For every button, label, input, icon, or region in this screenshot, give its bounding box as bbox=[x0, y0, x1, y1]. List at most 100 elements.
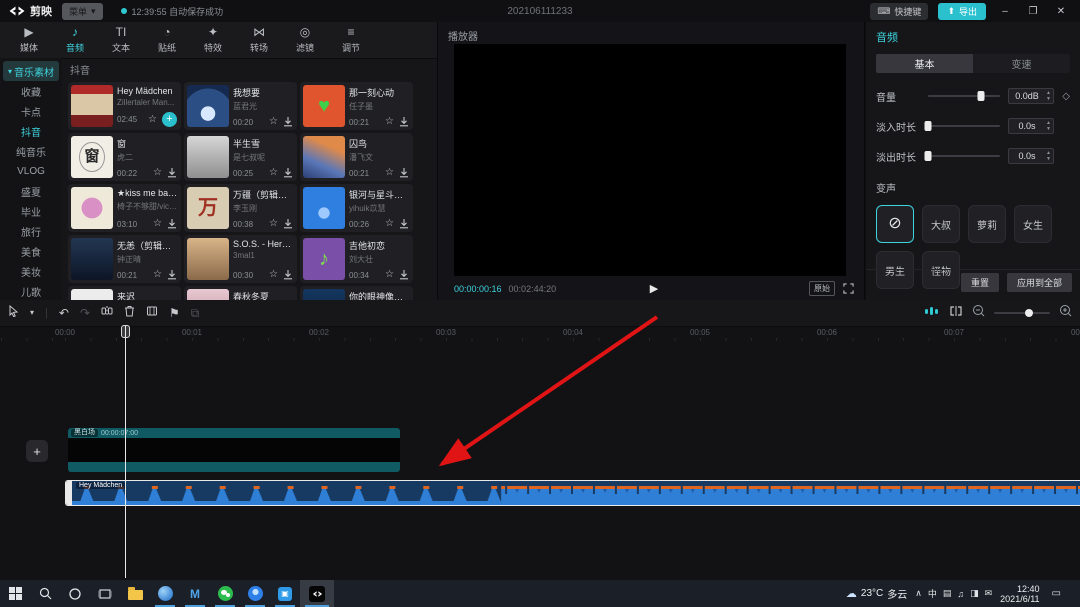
playhead-handle[interactable] bbox=[121, 325, 130, 338]
favorite-star-icon[interactable]: ☆ bbox=[385, 117, 394, 127]
music-card[interactable]: 万 万疆（剪辑版） 李玉刚 00:38 ☆ bbox=[184, 184, 297, 232]
favorite-star-icon[interactable]: ☆ bbox=[269, 168, 278, 178]
sidebar-item[interactable]: ▾ 音乐素材 bbox=[3, 61, 59, 81]
download-icon[interactable] bbox=[283, 270, 293, 280]
voice-option-button[interactable]: 男生 bbox=[876, 251, 914, 289]
music-card[interactable]: ★kiss me baby... 椅子不够甜/victor 03:10 ☆ + bbox=[68, 184, 181, 232]
fade-in-stepper[interactable]: ▲▼ bbox=[1046, 120, 1051, 132]
resource-tab[interactable]: ✦ 特效 bbox=[190, 26, 236, 54]
zoom-in-icon[interactable] bbox=[1059, 304, 1072, 322]
music-card[interactable]: ♪ 吉他初恋 刘大壮 00:34 ☆ bbox=[300, 235, 413, 283]
tray-icon[interactable]: ▤ bbox=[943, 588, 952, 599]
wechat-icon[interactable] bbox=[210, 580, 240, 607]
favorite-star-icon[interactable]: ☆ bbox=[385, 168, 394, 178]
favorite-star-icon[interactable]: ☆ bbox=[385, 219, 394, 229]
fullscreen-icon[interactable] bbox=[843, 283, 854, 294]
fade-in-slider-knob[interactable] bbox=[925, 121, 932, 131]
add-to-track-button[interactable]: + bbox=[162, 112, 177, 127]
sidebar-item[interactable]: ▾ 美食 bbox=[0, 241, 62, 261]
download-icon[interactable] bbox=[399, 168, 409, 178]
tray-icon[interactable]: ◨ bbox=[970, 588, 979, 599]
voice-option-button[interactable]: 大叔 bbox=[922, 205, 960, 243]
music-card[interactable]: Hey Mädchen Zillertaler Man... 02:45 ☆ + bbox=[68, 82, 181, 130]
download-icon[interactable] bbox=[399, 117, 409, 127]
tab-speed[interactable]: 变速 bbox=[973, 54, 1070, 73]
sidebar-item[interactable]: ▾ 收藏 bbox=[0, 81, 62, 101]
tray-icon[interactable]: ∧ bbox=[915, 588, 922, 599]
sidebar-item[interactable]: ▾ 美妆 bbox=[0, 261, 62, 281]
resource-tab[interactable]: ⋈ 转场 bbox=[236, 26, 282, 54]
preview-axis-icon[interactable] bbox=[949, 304, 963, 322]
cortana-icon[interactable] bbox=[60, 580, 90, 607]
taskbar-clock[interactable]: 12:40 2021/6/11 bbox=[1000, 584, 1039, 604]
redo-icon[interactable]: ↷ bbox=[80, 307, 90, 319]
music-card[interactable]: S.O.S. - Herz in... 3mal1 00:30 ☆ + bbox=[184, 235, 297, 283]
voice-option-button[interactable]: 萝莉 bbox=[968, 205, 1006, 243]
sidebar-item[interactable]: ▾ 盛夏 bbox=[0, 181, 62, 201]
capcut-taskbar-icon[interactable] bbox=[300, 580, 334, 607]
volume-value[interactable]: 0.0dB ▲▼ bbox=[1008, 88, 1054, 104]
notification-center-icon[interactable]: ▭ bbox=[1048, 588, 1065, 599]
timeline-ruler[interactable]: 00:0000:0100:0200:0300:0400:0500:0600:07… bbox=[0, 327, 1080, 341]
reset-button[interactable]: 重置 bbox=[961, 273, 999, 292]
add-media-button[interactable]: + bbox=[26, 440, 48, 462]
fade-out-stepper[interactable]: ▲▼ bbox=[1046, 150, 1051, 162]
download-icon[interactable] bbox=[167, 270, 177, 280]
audio-waveform-toggle-icon[interactable] bbox=[924, 304, 940, 322]
playhead[interactable] bbox=[125, 326, 126, 578]
fade-in-value[interactable]: 0.0s ▲▼ bbox=[1008, 118, 1054, 134]
resource-tab[interactable]: ≡ 调节 bbox=[328, 26, 374, 54]
weather-widget[interactable]: ☁ 23°C 多云 bbox=[846, 586, 907, 601]
volume-slider-knob[interactable] bbox=[977, 91, 984, 101]
download-icon[interactable] bbox=[399, 270, 409, 280]
music-card[interactable]: 你的眼神像星星 ☆ + bbox=[300, 286, 413, 300]
music-card[interactable]: 银河与星斗（剪... yihuik苡慧 00:26 ☆ + bbox=[300, 184, 413, 232]
video-preview[interactable] bbox=[454, 44, 846, 276]
resource-tab[interactable]: ◎ 滤镜 bbox=[282, 26, 328, 54]
download-icon[interactable] bbox=[283, 219, 293, 229]
sidebar-item[interactable]: ▾ 儿歌 bbox=[0, 281, 62, 301]
netdisk-app-icon[interactable] bbox=[240, 580, 270, 607]
favorite-star-icon[interactable]: ☆ bbox=[269, 117, 278, 127]
resource-tab[interactable]: ◔ 贴纸 bbox=[144, 26, 190, 54]
volume-slider[interactable] bbox=[928, 95, 1000, 97]
volume-stepper[interactable]: ▲▼ bbox=[1046, 90, 1051, 102]
audio-track-clip[interactable]: Hey Mädchen bbox=[65, 480, 1080, 506]
timeline-zoom-slider[interactable] bbox=[994, 312, 1050, 314]
search-icon[interactable] bbox=[30, 580, 60, 607]
favorite-star-icon[interactable]: ☆ bbox=[153, 168, 162, 178]
music-card[interactable]: 无恙（剪辑版） 钟正晴 00:21 ☆ + bbox=[68, 235, 181, 283]
download-icon[interactable] bbox=[283, 168, 293, 178]
sidebar-item[interactable]: ▾ 毕业 bbox=[0, 201, 62, 221]
office-app-icon[interactable]: M bbox=[180, 580, 210, 607]
music-card[interactable]: 我想要 蓝君光 00:20 ☆ + bbox=[184, 82, 297, 130]
photos-app-icon[interactable]: ▣ bbox=[270, 580, 300, 607]
minimize-button[interactable]: – bbox=[996, 6, 1014, 17]
music-card[interactable]: 来迟 ☆ + bbox=[68, 286, 181, 300]
fade-out-slider[interactable] bbox=[928, 155, 1000, 157]
maximize-button[interactable]: ❐ bbox=[1024, 6, 1042, 17]
export-button[interactable]: ⬆ 导出 bbox=[938, 3, 986, 20]
favorite-star-icon[interactable]: ☆ bbox=[269, 270, 278, 280]
file-explorer-icon[interactable] bbox=[120, 580, 150, 607]
close-button[interactable]: ✕ bbox=[1052, 6, 1070, 17]
menu-button[interactable]: 菜单 ▾ bbox=[62, 3, 103, 20]
start-button[interactable] bbox=[0, 580, 30, 607]
timeline-zoom-knob[interactable] bbox=[1025, 309, 1033, 317]
flag-marker-icon[interactable]: ⚑ bbox=[169, 307, 180, 319]
delete-icon[interactable] bbox=[124, 304, 135, 322]
tray-icon[interactable]: ♫ bbox=[957, 589, 964, 599]
tray-icon[interactable]: ✉ bbox=[985, 588, 993, 599]
apply-to-all-button[interactable]: 应用到全部 bbox=[1007, 273, 1072, 292]
video-track-clip[interactable]: 黑白场 00:00:07:00 bbox=[68, 428, 400, 472]
favorite-star-icon[interactable]: ☆ bbox=[385, 270, 394, 280]
sidebar-item[interactable]: ▾ 纯音乐 bbox=[0, 141, 62, 161]
keyframe-diamond-icon[interactable]: ◇ bbox=[1054, 91, 1070, 102]
favorite-star-icon[interactable]: ☆ bbox=[153, 219, 162, 229]
music-card[interactable]: 囚鸟 潘飞文 00:21 ☆ + bbox=[300, 133, 413, 181]
music-card[interactable]: 春秋冬夏 ☆ + bbox=[184, 286, 297, 300]
favorite-star-icon[interactable]: ☆ bbox=[148, 115, 157, 125]
split-icon[interactable] bbox=[101, 304, 113, 322]
favorite-star-icon[interactable]: ☆ bbox=[153, 270, 162, 280]
mirror-icon[interactable]: ⧉ bbox=[191, 307, 200, 319]
